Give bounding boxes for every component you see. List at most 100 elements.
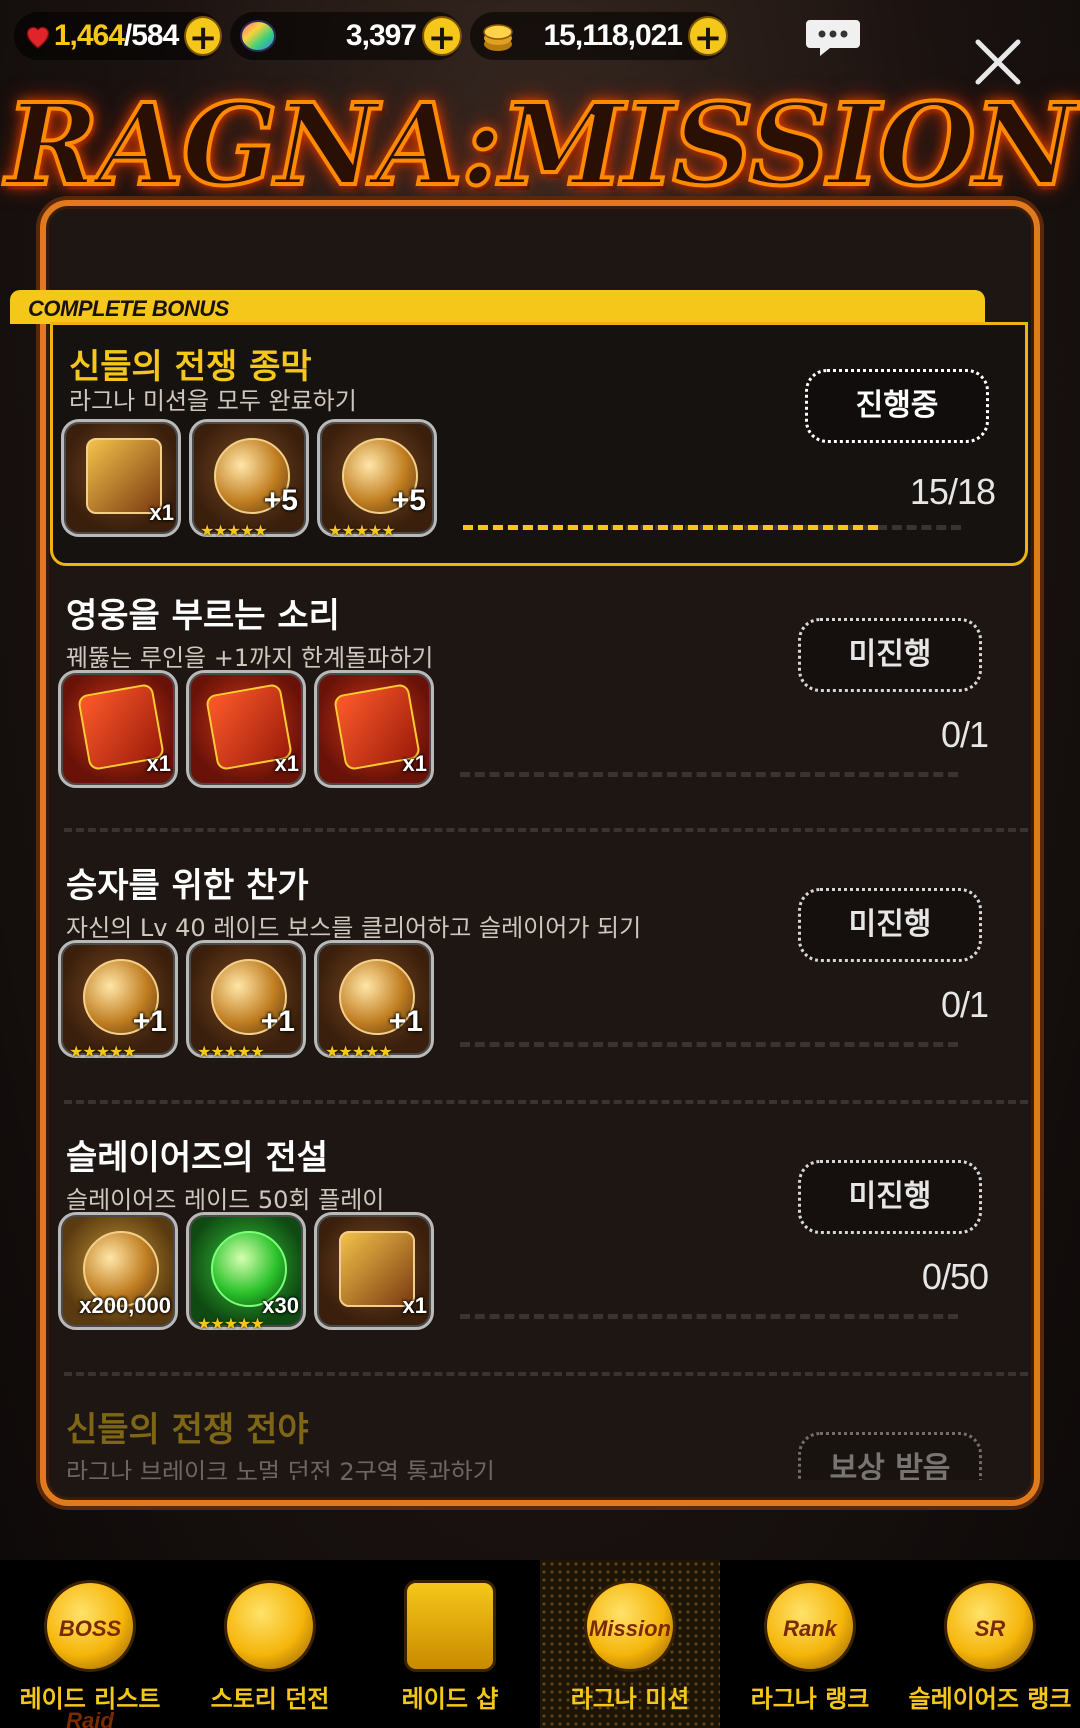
chat-icon[interactable] [804,18,862,58]
progress-text: 0/1 [940,714,989,755]
reward-item[interactable]: x1 [186,670,306,788]
divider [64,828,1028,832]
mission-item: 승자를 위한 찬가 자신의 Lv 40 레이드 보스를 클리어하고 슬레이어가 … [50,838,1028,1110]
reward-plus: +5 [391,484,426,517]
reward-item[interactable]: x1 [314,670,434,788]
reward-item[interactable]: x200,000 [58,1212,178,1330]
nav-label: 스토리 던전 [210,1685,330,1713]
gold-coin-icon [483,24,513,51]
nav-label: 라그나 랭크 [750,1685,870,1713]
nav-raid-list[interactable]: BOSS Raid 레이드 리스트 [0,1560,180,1728]
mission-item: 신들의 전쟁 전야 라그나 브레이크 노멀 던전 2구역 통과하기 보상 받음 [50,1382,1028,1480]
progress-track [463,525,961,530]
add-gem-button[interactable]: + [422,16,462,58]
reward-item[interactable]: x1 [58,670,178,788]
status-button[interactable]: 미진행 [798,618,982,692]
progress-track [460,1042,958,1047]
reward-stars: ★★★★★ [328,521,396,540]
reward-list: x1 +5 ★★★★★ +5 ★★★★★ [61,419,437,540]
progress-track [460,772,958,777]
hp-counter: 1,464 /584 + [14,12,222,60]
mission-star-icon: Mission [584,1580,676,1672]
progress-text: 0/1 [940,984,989,1025]
mission-desc: 슬레이어즈 레이드 50회 플레이 [66,1186,385,1214]
reward-stars: ★★★★★ [200,521,268,540]
complete-bonus-label: COMPLETE BONUS [10,290,985,324]
heart-icon [26,26,50,49]
boss-raid-icon: BOSS Raid [44,1580,136,1728]
mission-desc: 꿰뚫는 루인을 +1까지 한계돌파하기 [66,644,434,672]
divider [64,1100,1028,1104]
mission-item: 영웅을 부르는 소리 꿰뚫는 루인을 +1까지 한계돌파하기 x1 x1 x1 … [50,566,1028,838]
nav-label: 슬레이어즈 랭크 [908,1685,1072,1713]
reward-list: x200,000 x30 ★★★★★ x1 [58,1212,434,1333]
reward-item[interactable]: x1 [61,419,181,537]
reward-item[interactable]: +1 ★★★★★ [58,940,178,1061]
rank-globe-icon: Rank [764,1580,856,1672]
add-hp-button[interactable]: + [184,16,222,58]
reward-qty: x1 [402,751,427,776]
mission-name: 영웅을 부르는 소리 [66,596,340,636]
divider [64,1372,1028,1376]
hp-value: 1,464 [53,19,125,52]
reward-list: x1 x1 x1 [58,670,434,788]
gem-value: 3,397 [345,19,417,52]
reward-plus: +1 [260,1005,295,1038]
nav-raid-shop[interactable]: 레이드 샵 [360,1560,540,1728]
reward-item[interactable]: +5 ★★★★★ [317,419,437,540]
reward-item[interactable]: x30 ★★★★★ [186,1212,306,1333]
reward-stars: ★★★★★ [325,1042,393,1061]
reward-qty: x1 [274,751,299,776]
progress-text: 15/18 [909,471,996,512]
reward-item[interactable]: +1 ★★★★★ [314,940,434,1061]
reward-stars: ★★★★★ [197,1314,265,1333]
nav-label: 라그나 미션 [570,1685,690,1713]
status-button[interactable]: 보상 받음 [798,1432,982,1480]
mission-name: 신들의 전쟁 전야 [66,1410,309,1450]
nav-ragna-mission[interactable]: Mission 라그나 미션 [540,1560,720,1728]
nav-label: 레이드 샵 [401,1685,499,1713]
reward-plus: +1 [388,1005,423,1038]
gem-counter: 3,397 + [230,12,462,60]
gift-box-icon [404,1580,496,1672]
status-button[interactable]: 미진행 [798,1160,982,1234]
nav-ragna-rank[interactable]: Rank 라그나 랭크 [720,1560,900,1728]
mission-list[interactable]: 신들의 전쟁 종막 라그나 미션을 모두 완료하기 x1 +5 ★★★★★ +5… [50,322,1028,1480]
reward-qty: x1 [402,1293,427,1318]
ragna-mission-logo: RAGNA:MISSION [4,78,1078,213]
story-orb-icon [224,1580,316,1672]
status-button[interactable]: 진행중 [805,369,989,443]
mission-complete-bonus: 신들의 전쟁 종막 라그나 미션을 모두 완료하기 x1 +5 ★★★★★ +5… [50,322,1028,566]
reward-stars: ★★★★★ [69,1042,137,1061]
mission-desc: 자신의 Lv 40 레이드 보스를 클리어하고 슬레이어가 되기 [66,914,642,942]
progress-track [460,1314,958,1319]
progress-text: 0/50 [921,1256,989,1297]
hp-max: /584 [123,19,179,52]
reward-item[interactable]: +1 ★★★★★ [186,940,306,1061]
bottom-nav: BOSS Raid 레이드 리스트 스토리 던전 레이드 샵 Mission 라… [0,1560,1080,1728]
slayers-rank-icon: SR [944,1580,1036,1672]
progress-fill [463,525,878,530]
page-title: RAGNA:MISSION [0,78,1080,213]
nav-story-dungeon[interactable]: 스토리 던전 [180,1560,360,1728]
status-button[interactable]: 미진행 [798,888,982,962]
add-gold-button[interactable]: + [688,16,728,58]
reward-item[interactable]: x1 [314,1212,434,1330]
reward-qty: x30 [262,1293,299,1318]
reward-plus: +1 [132,1005,167,1038]
reward-item[interactable]: +5 ★★★★★ [189,419,309,540]
mission-desc: 라그나 브레이크 노멀 던전 2구역 통과하기 [66,1458,495,1480]
gold-counter: 15,118,021 + [470,12,728,60]
reward-list: +1 ★★★★★ +1 ★★★★★ +1 ★★★★★ [58,940,434,1061]
nav-label: 레이드 리스트 [19,1685,161,1713]
mission-desc: 라그나 미션을 모두 완료하기 [69,387,357,415]
currency-bar: 1,464 /584 + 3,397 + 15,118,021 + [14,8,1066,64]
rainbow-gem-icon [240,20,276,52]
nav-slayers-rank[interactable]: SR 슬레이어즈 랭크 [900,1560,1080,1728]
reward-qty: x1 [146,751,171,776]
gold-value: 15,118,021 [543,19,684,52]
reward-qty: x200,000 [79,1293,171,1318]
mission-name: 승자를 위한 찬가 [66,866,309,906]
reward-stars: ★★★★★ [197,1042,265,1061]
mission-name: 슬레이어즈의 전설 [66,1138,329,1178]
